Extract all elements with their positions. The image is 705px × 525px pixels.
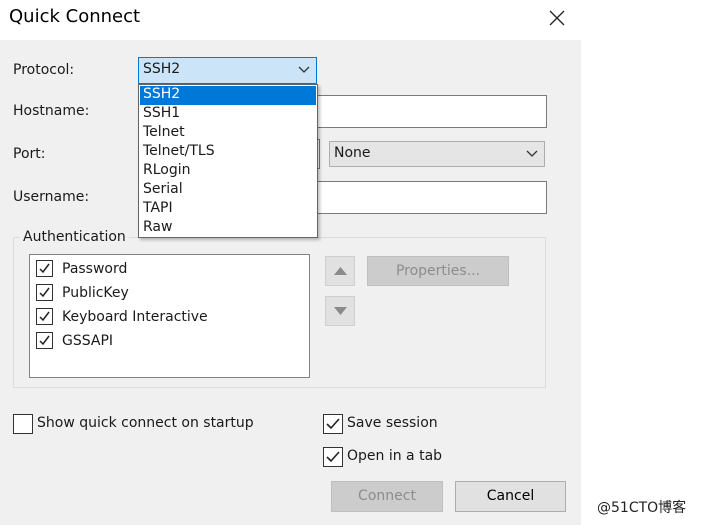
protocol-option-serial[interactable]: Serial	[140, 181, 316, 200]
auth-method-label: GSSAPI	[62, 333, 114, 349]
option-label: SSH2	[143, 86, 181, 102]
title-bar: Quick Connect	[0, 0, 581, 40]
show-quick-connect-option[interactable]: Show quick connect on startup	[13, 413, 273, 435]
protocol-option-telnet-tls[interactable]: Telnet/TLS	[140, 143, 316, 162]
chevron-down-icon	[298, 66, 310, 73]
open-in-tab-checkbox[interactable]	[323, 447, 343, 467]
properties-button[interactable]: Properties...	[367, 256, 509, 286]
arrow-down-icon	[334, 307, 347, 315]
checkmark-icon	[39, 263, 50, 274]
auth-method-label: Password	[62, 261, 128, 277]
protocol-option-ssh1[interactable]: SSH1	[140, 105, 316, 124]
arrow-up-icon	[334, 267, 347, 275]
open-in-tab-option[interactable]: Open in a tab	[323, 446, 453, 468]
checkmark-icon	[39, 311, 50, 322]
port-label: Port:	[13, 146, 46, 162]
option-label: TAPI	[143, 200, 173, 216]
option-label: SSH1	[143, 105, 181, 121]
protocol-option-ssh2[interactable]: SSH2	[140, 86, 316, 105]
save-session-label: Save session	[347, 415, 438, 431]
checkmark-icon	[326, 451, 340, 463]
window-title: Quick Connect	[9, 6, 141, 27]
checkmark-icon	[39, 287, 50, 298]
auth-password-checkbox[interactable]	[36, 260, 53, 277]
close-button[interactable]	[541, 4, 573, 32]
auth-gssapi-checkbox[interactable]	[36, 332, 53, 349]
option-label: Raw	[143, 219, 173, 235]
auth-publickey-checkbox[interactable]	[36, 284, 53, 301]
move-up-button[interactable]	[325, 256, 355, 286]
option-label: Telnet/TLS	[143, 143, 215, 159]
authentication-title: Authentication	[20, 229, 129, 245]
protocol-select[interactable]: SSH2	[138, 57, 317, 84]
auth-method-label: Keyboard Interactive	[62, 309, 208, 325]
option-label: Telnet	[143, 124, 185, 140]
auth-keyboard-interactive-checkbox[interactable]	[36, 308, 53, 325]
show-quick-connect-checkbox[interactable]	[13, 414, 33, 434]
protocol-option-tapi[interactable]: TAPI	[140, 200, 316, 219]
save-session-option[interactable]: Save session	[323, 413, 453, 435]
open-in-tab-label: Open in a tab	[347, 448, 443, 464]
auth-method-label: PublicKey	[62, 285, 129, 301]
watermark: @51CTO博客	[597, 500, 687, 516]
protocol-option-telnet[interactable]: Telnet	[140, 124, 316, 143]
username-label: Username:	[13, 189, 90, 205]
protocol-option-rlogin[interactable]: RLogin	[140, 162, 316, 181]
move-down-button[interactable]	[325, 296, 355, 326]
chevron-down-icon	[526, 150, 538, 157]
cancel-button[interactable]: Cancel	[455, 481, 566, 512]
protocol-dropdown-list[interactable]: SSH2 SSH1 Telnet Telnet/TLS RLogin Seria…	[138, 84, 318, 238]
protocol-label: Protocol:	[13, 62, 75, 78]
quick-connect-dialog: Quick Connect Protocol: SSH2 Hostname: P…	[0, 0, 581, 525]
checkmark-icon	[39, 335, 50, 346]
firewall-value: None	[334, 145, 371, 161]
auth-methods-list[interactable]: Password PublicKey Keyboard Interactive …	[29, 254, 310, 378]
protocol-value: SSH2	[143, 61, 181, 77]
close-icon	[549, 10, 565, 26]
option-label: Serial	[143, 181, 183, 197]
option-label: RLogin	[143, 162, 191, 178]
connect-button[interactable]: Connect	[331, 481, 443, 512]
show-quick-connect-label: Show quick connect on startup	[37, 415, 254, 431]
checkmark-icon	[326, 418, 340, 430]
save-session-checkbox[interactable]	[323, 414, 343, 434]
hostname-label: Hostname:	[13, 103, 90, 119]
protocol-option-raw[interactable]: Raw	[140, 219, 316, 238]
firewall-select[interactable]: None	[329, 141, 545, 167]
